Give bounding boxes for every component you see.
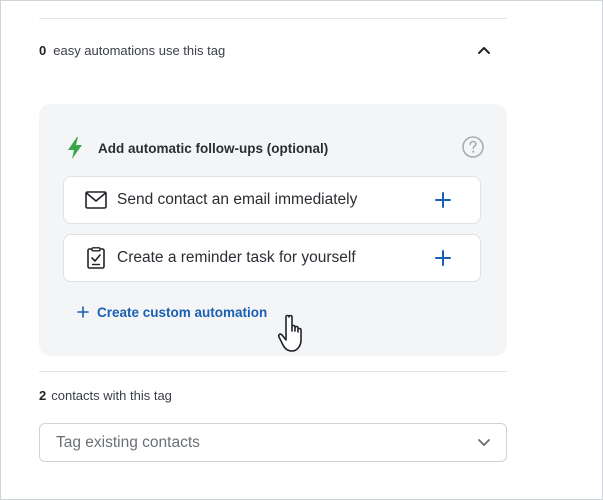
followup-email-label: Send contact an email immediately	[117, 191, 358, 208]
automations-count: 0	[39, 42, 47, 58]
chevron-up-icon	[478, 47, 490, 54]
plus-icon	[77, 306, 89, 318]
automations-summary-text: 0 easy automations use this tag	[39, 43, 225, 58]
add-email-followup-button[interactable]	[432, 189, 454, 211]
help-icon[interactable]	[461, 135, 485, 159]
chevron-down-icon	[476, 435, 492, 451]
followups-header: Add automatic follow-ups (optional)	[65, 136, 484, 160]
followup-email-row[interactable]: Send contact an email immediately	[63, 176, 481, 224]
automations-summary[interactable]: 0 easy automations use this tag	[39, 39, 494, 61]
followup-task-label: Create a reminder task for yourself	[117, 249, 356, 266]
add-task-followup-button[interactable]	[432, 247, 454, 269]
hand-pointer-cursor-icon	[277, 314, 302, 352]
envelope-icon	[84, 188, 108, 212]
lightning-icon	[68, 137, 82, 159]
create-custom-automation-link[interactable]: Create custom automation	[77, 302, 267, 322]
automations-label: easy automations use this tag	[53, 42, 226, 58]
followup-task-row[interactable]: Create a reminder task for yourself	[63, 234, 481, 282]
contacts-count: 2	[39, 388, 47, 403]
plus-icon	[435, 192, 451, 208]
tag-settings-panel: 0 easy automations use this tag Add autom…	[0, 0, 603, 500]
plus-icon	[435, 250, 451, 266]
middle-divider	[39, 371, 507, 372]
tag-existing-contacts-select[interactable]: Tag existing contacts	[39, 423, 507, 462]
followups-title: Add automatic follow-ups (optional)	[98, 140, 329, 156]
contacts-label: contacts with this tag	[51, 388, 172, 403]
top-divider	[39, 18, 507, 19]
collapse-toggle[interactable]	[474, 40, 494, 60]
contacts-summary: 2 contacts with this tag	[39, 388, 172, 403]
tag-select-placeholder: Tag existing contacts	[56, 433, 200, 451]
create-custom-automation-label: Create custom automation	[97, 304, 268, 320]
clipboard-check-icon	[84, 246, 108, 270]
